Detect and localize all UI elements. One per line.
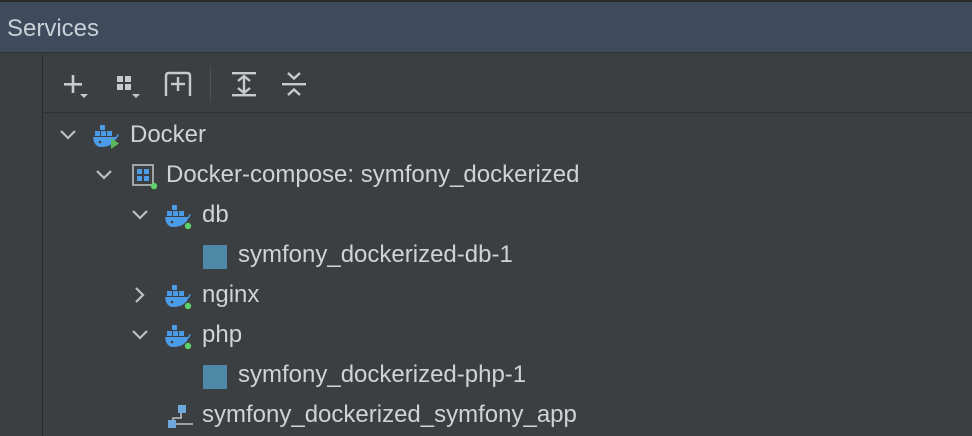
left-gutter	[0, 54, 43, 436]
docker-service-icon	[165, 205, 192, 230]
chevron-down-icon[interactable]	[58, 125, 78, 145]
tree-node-label: symfony_dockerized-php-1	[238, 361, 527, 388]
expand-all-icon	[232, 72, 256, 97]
tree-node-nginx[interactable]: nginx	[44, 275, 972, 315]
docker-connected-icon	[93, 125, 119, 149]
tool-window-header[interactable]: Services	[0, 2, 972, 53]
add-service-button[interactable]	[58, 66, 94, 102]
services-tool-window: Services Docker Docker-compose: symfony_…	[0, 0, 972, 436]
services-tree: Docker Docker-compose: symfony_dockerize…	[44, 114, 972, 436]
tree-node-network[interactable]: symfony_dockerized_symfony_app	[44, 395, 972, 435]
services-toolbar	[44, 54, 972, 113]
chevron-right-icon[interactable]	[130, 285, 150, 305]
tree-node-label: php	[202, 321, 243, 348]
container-square-icon	[203, 365, 227, 389]
collapse-all-button[interactable]	[276, 66, 312, 102]
chevron-down-icon[interactable]	[130, 205, 150, 225]
tree-node-label: symfony_dockerized-db-1	[238, 241, 513, 268]
tree-node-php[interactable]: php	[44, 315, 972, 355]
tree-node-label: Docker	[130, 121, 207, 148]
tree-node-compose[interactable]: Docker-compose: symfony_dockerized	[44, 155, 972, 195]
tool-window-title: Services	[7, 15, 100, 42]
new-tab-button[interactable]	[160, 66, 196, 102]
toolbar-separator	[210, 66, 211, 102]
tree-node-label: nginx	[202, 281, 260, 308]
docker-service-icon	[165, 285, 192, 310]
network-icon	[168, 405, 193, 428]
chevron-down-icon[interactable]	[130, 325, 150, 345]
tree-node-label: db	[202, 201, 229, 228]
chevron-down-icon[interactable]	[94, 165, 114, 185]
group-dropdown-icon	[117, 76, 140, 98]
plus-dropdown-icon	[64, 75, 88, 98]
tree-node-php-container[interactable]: symfony_dockerized-php-1	[44, 355, 972, 395]
tree-node-label: symfony_dockerized_symfony_app	[202, 401, 577, 428]
docker-service-icon	[165, 325, 192, 350]
group-by-button[interactable]	[110, 66, 146, 102]
container-square-icon	[203, 245, 227, 269]
add-to-tab-icon	[164, 71, 192, 96]
collapse-all-icon	[282, 72, 306, 96]
expand-all-button[interactable]	[226, 66, 262, 102]
tree-node-db[interactable]: db	[44, 195, 972, 235]
tree-node-label: Docker-compose: symfony_dockerized	[166, 161, 580, 188]
tree-node-db-container[interactable]: symfony_dockerized-db-1	[44, 235, 972, 275]
tree-node-docker[interactable]: Docker	[44, 115, 972, 155]
compose-grid-icon	[132, 164, 158, 190]
